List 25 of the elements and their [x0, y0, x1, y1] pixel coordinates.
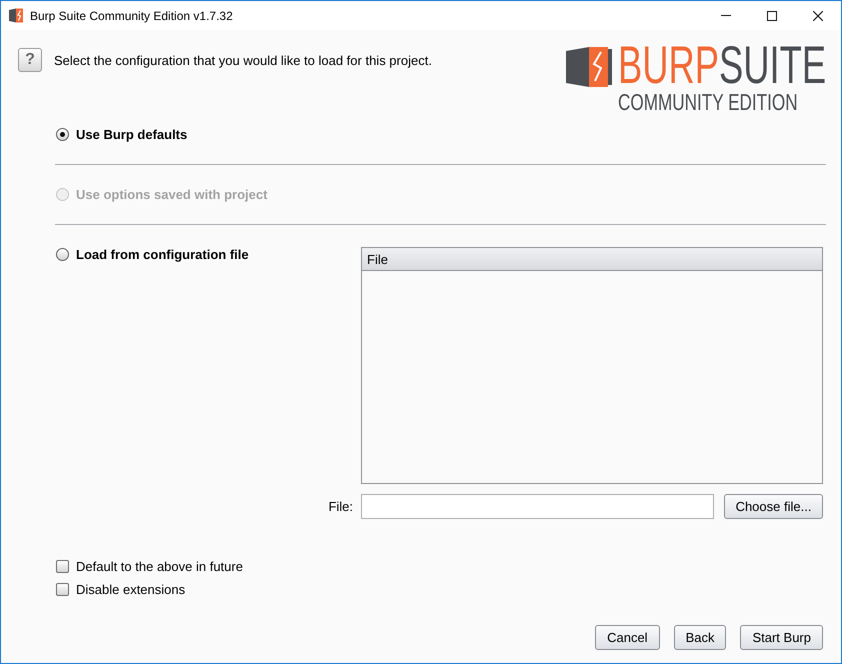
dialog-button[interactable]: Start Burp	[740, 625, 823, 650]
minimize-icon	[721, 15, 731, 16]
window-title: Burp Suite Community Edition v1.7.32	[30, 8, 233, 22]
maximize-icon	[767, 10, 777, 20]
radio-label[interactable]: Load from configuration file	[76, 246, 249, 262]
column-header[interactable]: File	[362, 252, 388, 266]
dialog-button[interactable]: Back	[674, 625, 726, 650]
logo-wordmark: BURPSUITE	[618, 46, 826, 86]
logo-edition: COMMUNITY EDITION	[618, 92, 798, 112]
cube-logo-icon	[566, 47, 612, 87]
file-input-field[interactable]	[361, 494, 714, 519]
checkbox-label[interactable]: Default to the above in future	[76, 559, 243, 574]
checkbox[interactable]	[56, 583, 69, 596]
radio-button[interactable]	[56, 248, 69, 260]
radio-label[interactable]: Use Burp defaults	[76, 126, 188, 142]
file-label: File:	[328, 499, 354, 514]
choose-file-button[interactable]: Choose file...	[724, 494, 823, 519]
checkbox[interactable]	[56, 560, 69, 573]
checkbox-label[interactable]: Disable extensions	[76, 582, 186, 597]
prompt-text: Select the configuration that you would like to load for this project.	[54, 52, 432, 70]
app-icon	[9, 8, 23, 23]
dialog-button[interactable]: Cancel	[595, 625, 660, 650]
radio-button[interactable]	[56, 128, 69, 140]
help-button[interactable]: ?	[18, 48, 42, 72]
close-icon	[813, 10, 823, 20]
